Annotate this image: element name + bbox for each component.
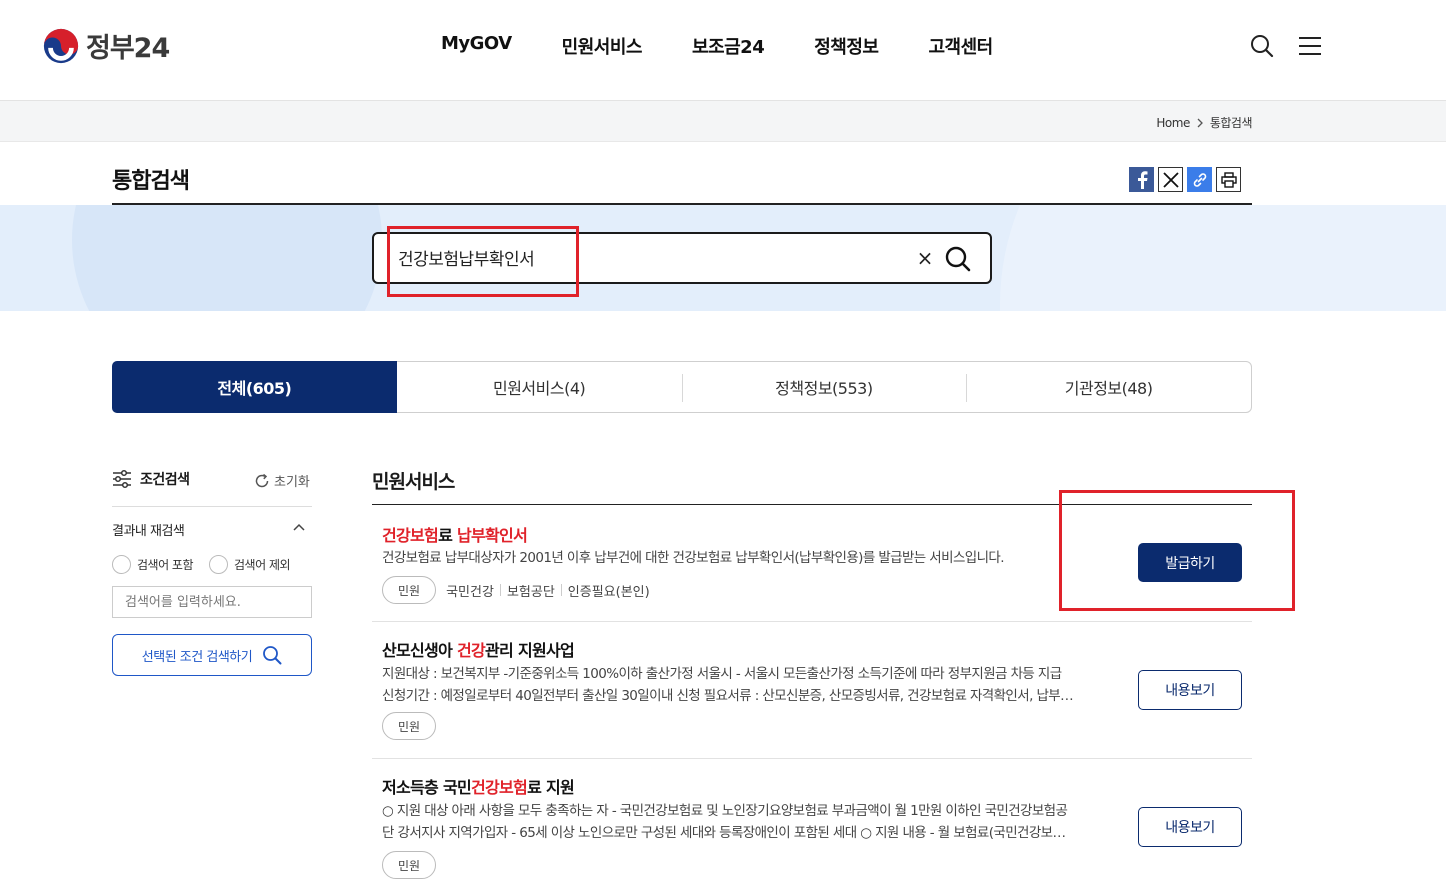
- result-tabs: 전체(605) 민원서비스(4) 정책정보(553) 기관정보(48): [112, 361, 1252, 413]
- section-title: 민원서비스: [372, 471, 455, 493]
- category-pill: 민원: [382, 576, 437, 604]
- result-title-link[interactable]: 산모신생아 건강관리 지원사업: [382, 637, 575, 661]
- title-keyword-highlight: 납부확인서: [456, 526, 528, 545]
- result-tag: 보험공단: [506, 584, 555, 600]
- result-title-link[interactable]: 건강보험료 납부확인서: [382, 522, 528, 546]
- filter-sliders-icon: [113, 469, 131, 489]
- title-keyword-highlight: 건강보험: [471, 778, 528, 797]
- title-text: 료 지원: [527, 778, 575, 797]
- filter-header: 조건검색 초기화: [112, 469, 312, 490]
- include-keyword-label: 검색어 포함: [137, 558, 194, 572]
- nav-mygov[interactable]: MyGOV: [441, 33, 512, 59]
- tab-civil-service[interactable]: 민원서비스(4): [397, 362, 682, 412]
- refine-keyword-input[interactable]: [112, 586, 312, 618]
- search-submit-icon[interactable]: [944, 245, 972, 273]
- tab-all[interactable]: 전체(605): [112, 361, 397, 413]
- apply-filter-button[interactable]: 선택된 조건 검색하기: [112, 634, 312, 676]
- clear-search-button[interactable]: ×: [914, 247, 936, 269]
- include-keyword-radio[interactable]: 검색어 포함: [112, 555, 194, 574]
- exclude-keyword-label: 검색어 제외: [234, 558, 291, 572]
- banner-decoration: [1000, 205, 1446, 311]
- description-line: 신청기간 : 예정일로부터 40일전부터 출산일 30일이내 신청 필요서류 :…: [382, 688, 1074, 704]
- title-text: 산모신생아: [382, 641, 457, 660]
- tag-separator: [499, 584, 501, 596]
- title-text: 료: [438, 526, 457, 545]
- result-description: 지원대상 : 보건복지부 -기준중위소득 100%이하 출산가정 서울시 - 서…: [382, 663, 1117, 707]
- page-title: 통합검색: [112, 169, 190, 194]
- radio-circle: [209, 555, 229, 574]
- result-item: 산모신생아 건강관리 지원사업지원대상 : 보건복지부 -기준중위소득 100%…: [372, 622, 1252, 759]
- radio-circle: [112, 555, 131, 574]
- printer-icon: [1220, 171, 1237, 188]
- facebook-share-button[interactable]: [1129, 167, 1154, 192]
- description-line: 건강보험료 납부대상자가 2001년 이후 납부건에 대한 건강보험료 납부확인…: [382, 550, 1005, 566]
- tag-separator: [560, 584, 562, 596]
- issue-button[interactable]: 발급하기: [1138, 543, 1242, 582]
- site-logo[interactable]: 정부24: [42, 26, 170, 65]
- breadcrumb-home[interactable]: Home: [1156, 116, 1190, 130]
- result-tag: 국민건강: [446, 584, 494, 600]
- chevron-right-icon: [1197, 118, 1203, 127]
- print-button[interactable]: [1216, 167, 1241, 192]
- logo-text: 정부24: [86, 33, 170, 64]
- filter-divider: [112, 506, 312, 507]
- exclude-keyword-radio[interactable]: 검색어 제외: [209, 555, 291, 574]
- link-icon: [1193, 172, 1206, 187]
- reset-label: 초기화: [274, 475, 310, 490]
- copy-link-button[interactable]: [1187, 167, 1212, 192]
- search-box: ×: [372, 232, 992, 284]
- keyword-mode-radios: 검색어 포함 검색어 제외: [112, 555, 291, 574]
- taegeuk-logo-icon: [43, 28, 79, 63]
- share-buttons: [1129, 167, 1241, 192]
- result-description: ○ 지원 대상 아래 사항을 모두 충족하는 자 - 국민건강보험료 및 노인장…: [382, 800, 1117, 844]
- tab-agency-info[interactable]: 기관정보(48): [966, 362, 1251, 412]
- nav-subsidy24[interactable]: 보조금24: [692, 33, 765, 59]
- main-nav: MyGOV 민원서비스 보조금24 정책정보 고객센터: [441, 33, 1043, 59]
- category-pill: 민원: [382, 712, 437, 740]
- site-header: 정부24 MyGOV 민원서비스 보조금24 정책정보 고객센터: [0, 0, 1446, 101]
- category-pill: 민원: [382, 851, 437, 879]
- result-description: 건강보험료 납부대상자가 2001년 이후 납부건에 대한 건강보험료 납부확인…: [382, 547, 1117, 569]
- nav-civil-service[interactable]: 민원서비스: [562, 33, 643, 59]
- nav-customer-center[interactable]: 고객센터: [928, 33, 993, 59]
- title-keyword-highlight: 건강보험: [382, 526, 439, 545]
- hamburger-menu-icon[interactable]: [1299, 36, 1321, 56]
- description-line: 단 강서지사 지역가입자 - 65세 이상 노인으로만 구성된 세대와 등록장애…: [382, 825, 1066, 841]
- banner-decoration: [72, 205, 382, 311]
- breadcrumb-current: 통합검색: [1209, 116, 1253, 130]
- breadcrumb: Home 통합검색: [1156, 114, 1252, 131]
- filter-title: 조건검색: [140, 472, 190, 488]
- search-icon: [263, 646, 282, 665]
- header-search-icon[interactable]: [1250, 34, 1274, 58]
- result-tags: 민원 국민건강 보험공단 인증필요(본인): [382, 576, 650, 604]
- refresh-icon: [255, 473, 269, 487]
- title-keyword-highlight: 건강: [456, 641, 486, 660]
- tab-policy-info[interactable]: 정책정보(553): [681, 362, 967, 412]
- breadcrumb-bar: Home 통합검색: [0, 101, 1446, 142]
- chevron-up-icon[interactable]: [292, 520, 306, 534]
- result-title-link[interactable]: 저소득층 국민건강보험료 지원: [382, 774, 575, 798]
- title-text: 관리 지원사업: [485, 641, 575, 660]
- facebook-icon: [1137, 170, 1147, 189]
- view-details-button[interactable]: 내용보기: [1138, 807, 1242, 847]
- search-input[interactable]: [398, 247, 898, 267]
- result-item: 저소득층 국민건강보험료 지원 ○ 지원 대상 아래 사항을 모두 충족하는 자 …: [372, 759, 1252, 881]
- title-text: 저소득층 국민: [382, 778, 472, 797]
- apply-filter-label: 선택된 조건 검색하기: [141, 649, 253, 665]
- description-line: 지원대상 : 보건복지부 -기준중위소득 100%이하 출산가정 서울시 - 서…: [382, 666, 1062, 682]
- x-share-button[interactable]: [1158, 167, 1183, 192]
- description-line: ○ 지원 대상 아래 사항을 모두 충족하는 자 - 국민건강보험료 및 노인장…: [382, 803, 1068, 819]
- result-item: 건강보험료 납부확인서건강보험료 납부대상자가 2001년 이후 납부건에 대한…: [372, 505, 1252, 622]
- x-logo-icon: [1162, 171, 1179, 188]
- result-tags: 민원: [382, 851, 446, 879]
- result-tags: 민원: [382, 712, 446, 740]
- refine-search-title: 결과내 재검색: [112, 524, 185, 539]
- reset-button[interactable]: 초기화: [254, 471, 310, 490]
- nav-policy-info[interactable]: 정책정보: [814, 33, 879, 59]
- result-tag: 인증필요(본인): [567, 584, 650, 600]
- view-details-button[interactable]: 내용보기: [1138, 670, 1242, 710]
